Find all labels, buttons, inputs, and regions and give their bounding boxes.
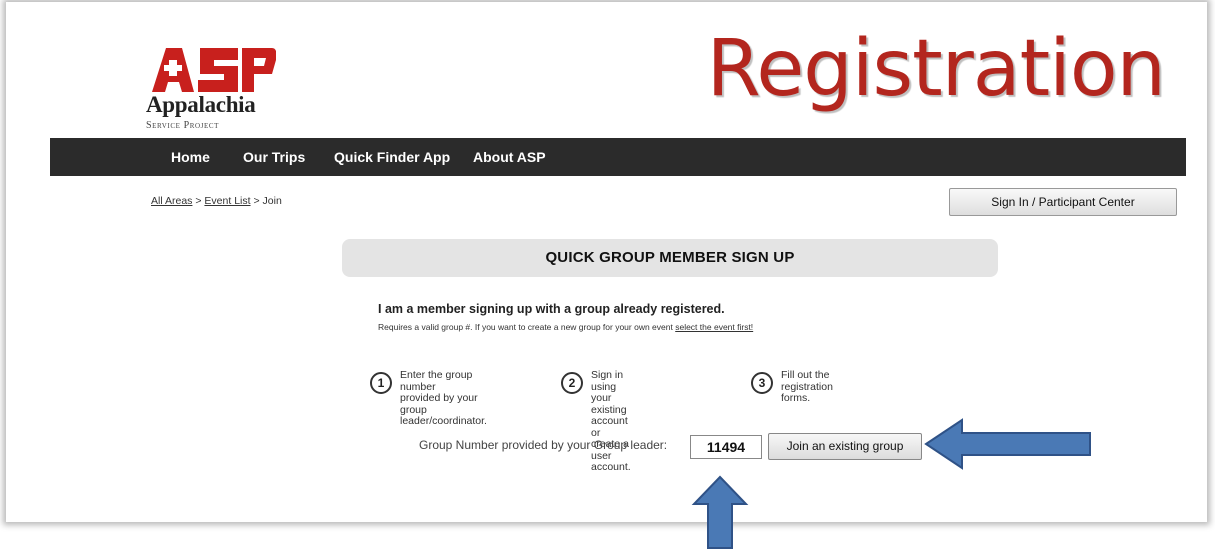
up-arrow-icon: [691, 475, 749, 549]
step-text-line: account.: [591, 461, 631, 473]
step-text: Fill out the registration forms.: [781, 369, 833, 405]
breadcrumb-current: Join: [262, 195, 282, 207]
step-text-line: Fill out the registration: [781, 369, 833, 393]
nav-item-about-asp[interactable]: About ASP: [473, 138, 546, 176]
step-number-badge: 2: [561, 372, 583, 394]
left-arrow-icon: [924, 418, 1091, 470]
step-number-badge: 3: [751, 372, 773, 394]
step-text: Enter the group number provided by your …: [400, 369, 487, 428]
breadcrumb-all-areas-link[interactable]: All Areas: [151, 195, 192, 207]
intro-subtitle-text: Requires a valid group #. If you want to…: [378, 322, 673, 332]
select-event-first-link[interactable]: select the event first!: [675, 322, 753, 332]
group-number-input[interactable]: 11494: [690, 435, 762, 459]
breadcrumb-separator: >: [253, 195, 260, 207]
asp-logo-mark-icon: [152, 48, 276, 92]
join-existing-group-button[interactable]: Join an existing group: [768, 433, 922, 460]
step-text-line: Enter the group number: [400, 369, 473, 393]
nav-item-our-trips[interactable]: Our Trips: [243, 138, 305, 176]
step-text-line: Sign in using your existing: [591, 369, 627, 416]
intro-subtitle: Requires a valid group #. If you want to…: [378, 322, 753, 332]
group-number-label: Group Number provided by your Group lead…: [419, 438, 668, 452]
nav-item-home[interactable]: Home: [171, 138, 210, 176]
step-text-line: provided by your group: [400, 392, 478, 416]
breadcrumb-event-list-link[interactable]: Event List: [204, 195, 250, 207]
nav-item-quick-finder-app[interactable]: Quick Finder App: [334, 138, 450, 176]
logo-name: Appalachia: [146, 92, 256, 117]
breadcrumb-separator: >: [195, 195, 202, 207]
section-header: QUICK GROUP MEMBER SIGN UP: [342, 239, 998, 277]
step-text-line: forms.: [781, 392, 811, 404]
page-title: Registration: [706, 24, 1166, 114]
sign-in-participant-center-button[interactable]: Sign In / Participant Center: [949, 188, 1177, 216]
asp-logo[interactable]: Appalachia Service Project: [144, 46, 304, 136]
step-text-line: leader/coordinator.: [400, 415, 487, 427]
browser-frame: Appalachia Service Project Registration …: [6, 2, 1207, 549]
main-nav: Home Our Trips Quick Finder App About AS…: [50, 138, 1186, 176]
step-text: Sign in using your existing account or c…: [591, 369, 631, 474]
breadcrumb: All Areas > Event List > Join: [151, 195, 282, 207]
logo-subtitle: Service Project: [146, 120, 220, 131]
intro-title: I am a member signing up with a group al…: [378, 302, 725, 316]
step-number-badge: 1: [370, 372, 392, 394]
